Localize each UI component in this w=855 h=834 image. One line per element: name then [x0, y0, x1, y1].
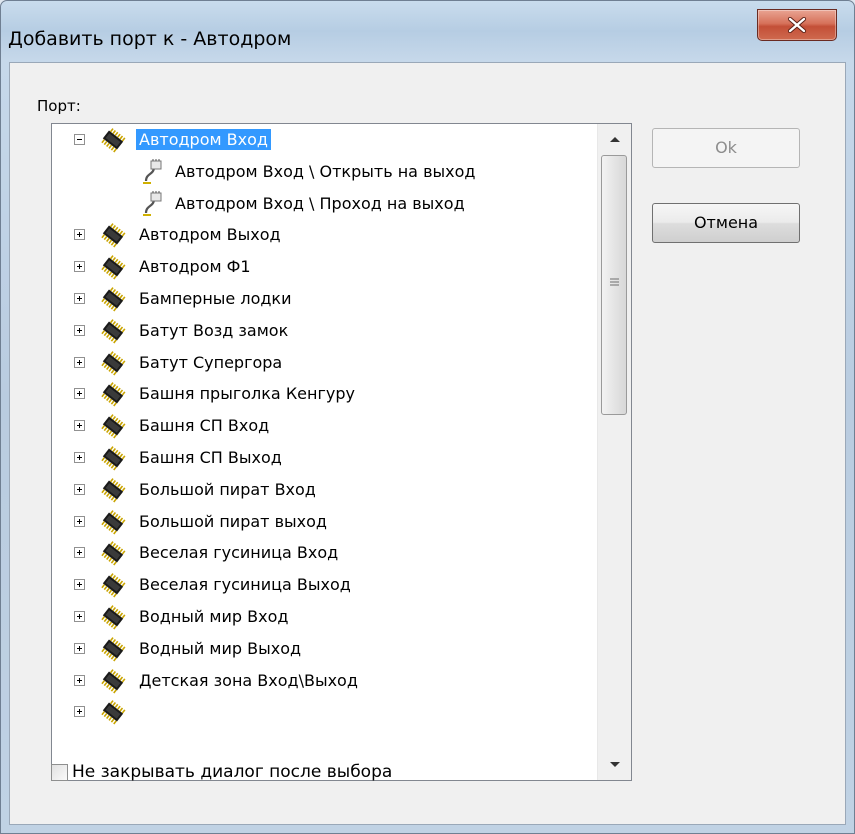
- tree-item-label: Веселая гусиница Выход: [139, 575, 351, 595]
- tree-item-label: Большой пират Вход: [139, 479, 316, 499]
- tree-item-label: Башня СП Выход: [139, 447, 282, 467]
- dialog-window: Добавить порт к - Автодром Порт: Автодро…: [0, 0, 855, 834]
- tree-item[interactable]: Веселая гусиница Вход: [52, 537, 602, 569]
- tree-item[interactable]: Водный мир Выход: [52, 633, 602, 665]
- tree-item-label: Башня СП Вход: [139, 416, 270, 436]
- scroll-down-button[interactable]: [598, 750, 631, 780]
- tree-item-label: Автодром Вход: [136, 129, 271, 150]
- scroll-thumb[interactable]: [601, 155, 627, 415]
- tree-item[interactable]: Бамперные лодки: [52, 283, 602, 315]
- expand-icon[interactable]: [74, 642, 85, 654]
- tree-item[interactable]: [52, 696, 602, 728]
- tree-item[interactable]: Автодром Вход: [52, 124, 602, 156]
- tree-item-label: Автодром Выход: [139, 225, 281, 245]
- tree-item-label: Автодром Вход \ Проход на выход: [175, 193, 465, 213]
- tree-item-label: Водный мир Вход: [139, 606, 289, 626]
- expand-icon[interactable]: [74, 451, 85, 463]
- device-icon: [98, 509, 128, 539]
- device-icon: [98, 286, 128, 316]
- tree-item[interactable]: Башня СП Вход: [52, 410, 602, 442]
- tree-item[interactable]: Башня прыголка Кенгуру: [52, 378, 602, 410]
- device-icon: [98, 413, 128, 443]
- tree-item[interactable]: Веселая гусиница Выход: [52, 569, 602, 601]
- expand-icon[interactable]: [74, 579, 85, 591]
- device-icon: [98, 604, 128, 634]
- expand-icon[interactable]: [74, 674, 85, 686]
- title-bar[interactable]: Добавить порт к - Автодром: [1, 1, 854, 61]
- tree-item-label: Бамперные лодки: [139, 288, 292, 308]
- device-icon: [98, 699, 128, 729]
- ok-button[interactable]: Ok: [652, 128, 800, 168]
- close-button[interactable]: [757, 9, 837, 41]
- close-icon: [787, 17, 807, 33]
- expand-icon[interactable]: [74, 706, 85, 718]
- port-icon: [142, 158, 164, 189]
- expand-icon[interactable]: [74, 420, 85, 432]
- tree-rows: Автодром Вход Автодром Вход \ Открыть на …: [52, 124, 602, 728]
- tree-item-label: Автодром Ф1: [139, 257, 251, 277]
- arrow-up-icon: [610, 137, 620, 142]
- device-icon: [98, 222, 128, 252]
- keep-open-label: Не закрывать диалог после выбора: [72, 762, 393, 782]
- device-icon: [98, 572, 128, 602]
- tree-item-label: [136, 701, 142, 703]
- device-icon: [98, 445, 128, 475]
- tree-item[interactable]: Детская зона Вход\Выход: [52, 665, 602, 697]
- expand-icon[interactable]: [74, 261, 85, 273]
- tree-item-label: Большой пират выход: [139, 511, 327, 531]
- expand-icon[interactable]: [74, 356, 85, 368]
- device-icon: [98, 127, 128, 157]
- expand-icon[interactable]: [74, 229, 85, 241]
- tree-item[interactable]: Башня СП Выход: [52, 442, 602, 474]
- tree-item[interactable]: Большой пират Вход: [52, 474, 602, 506]
- dialog-client-area: Порт: Автодром Вход Автодром Вход \ Откры…: [9, 62, 846, 825]
- expand-icon[interactable]: [74, 483, 85, 495]
- expand-icon[interactable]: [74, 547, 85, 559]
- device-icon: [98, 668, 128, 698]
- tree-item[interactable]: Водный мир Вход: [52, 601, 602, 633]
- tree-item-label: Автодром Вход \ Открыть на выход: [175, 161, 476, 181]
- tree-item[interactable]: Автодром Вход \ Открыть на выход: [52, 156, 602, 188]
- device-icon: [98, 381, 128, 411]
- tree-item-label: Батут Возд замок: [139, 320, 289, 340]
- collapse-icon[interactable]: [74, 134, 85, 145]
- keep-open-checkbox[interactable]: [51, 764, 68, 781]
- scroll-up-button[interactable]: [598, 124, 631, 154]
- device-icon: [98, 254, 128, 284]
- tree-item[interactable]: Большой пират выход: [52, 506, 602, 538]
- grip-icon: [610, 278, 619, 286]
- device-icon: [98, 540, 128, 570]
- expand-icon[interactable]: [74, 292, 85, 304]
- tree-item-label: Водный мир Выход: [139, 638, 302, 658]
- port-icon: [142, 190, 164, 221]
- tree-item[interactable]: Автодром Вход \ Проход на выход: [52, 188, 602, 220]
- tree-item[interactable]: Автодром Ф1: [52, 251, 602, 283]
- tree-item-label: Детская зона Вход\Выход: [139, 670, 358, 690]
- arrow-down-icon: [610, 762, 620, 767]
- window-title: Добавить порт к - Автодром: [8, 28, 292, 50]
- port-tree[interactable]: Автодром Вход Автодром Вход \ Открыть на …: [51, 123, 632, 781]
- tree-scrollbar[interactable]: [597, 124, 631, 780]
- tree-item-label: Башня прыголка Кенгуру: [139, 384, 355, 404]
- expand-icon[interactable]: [74, 388, 85, 400]
- device-icon: [98, 477, 128, 507]
- tree-item[interactable]: Автодром Выход: [52, 219, 602, 251]
- tree-item-label: Веселая гусиница Вход: [139, 543, 339, 563]
- cancel-button[interactable]: Отмена: [652, 203, 800, 243]
- expand-icon[interactable]: [74, 324, 85, 336]
- tree-item-label: Батут Супергора: [139, 352, 283, 372]
- tree-item[interactable]: Батут Возд замок: [52, 315, 602, 347]
- tree-item[interactable]: Батут Супергора: [52, 347, 602, 379]
- expand-icon[interactable]: [74, 515, 85, 527]
- device-icon: [98, 350, 128, 380]
- port-label: Порт:: [37, 97, 81, 115]
- expand-icon[interactable]: [74, 610, 85, 622]
- device-icon: [98, 636, 128, 666]
- device-icon: [98, 318, 128, 348]
